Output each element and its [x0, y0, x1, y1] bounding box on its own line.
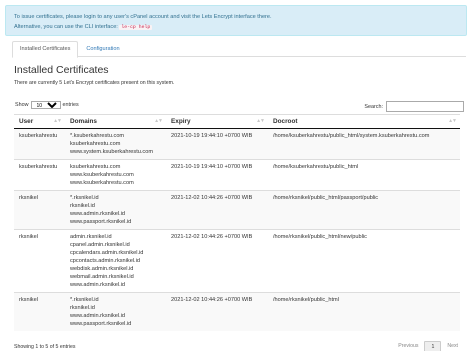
cell-domains: *.rksnikel.id rksnikel.id www.admin.rksn… — [65, 190, 166, 230]
entries-length-control: Show 10 entries — [15, 101, 79, 109]
domain-entry: www.passport.rksnikel.id — [70, 219, 132, 225]
domain-entry: ksuberkahrestu.com — [70, 164, 121, 170]
domain-entry: ksuberkahrestu.com — [70, 141, 121, 147]
cell-domains: *.rksnikel.id rksnikel.id www.admin.rksn… — [65, 292, 166, 331]
cell-expiry: 2021-10-19 19:44:10 +0700 WIB — [166, 128, 268, 160]
cell-user: ksuberkahrestu — [14, 159, 65, 191]
cli-command-code: le-cp help — [119, 25, 153, 30]
column-header-user[interactable]: User ▲▼ — [14, 114, 65, 129]
tab-configuration[interactable]: Configuration — [78, 41, 127, 57]
cell-docroot: /home/rksnikel/public_html — [268, 292, 460, 331]
cell-expiry: 2021-12-02 10:44:26 +0700 WIB — [166, 190, 268, 230]
cell-docroot: /home/ksuberkahrestu/public_html — [268, 159, 460, 191]
page-title: Installed Certificates — [14, 64, 109, 76]
table-search: Search: — [364, 101, 464, 112]
length-show-label: Show — [15, 102, 29, 108]
column-user-label: User — [19, 118, 34, 125]
domain-entry: *.rksnikel.id — [70, 195, 99, 201]
domain-entry: cpanel.admin.rksnikel.id — [70, 242, 130, 248]
table-row: rksnikel *.rksnikel.id rksnikel.id www.a… — [14, 190, 460, 230]
domain-entry: www.admin.rksnikel.id — [70, 211, 126, 217]
domain-entry: webdisk.admin.rksnikel.id — [70, 266, 134, 272]
cell-user: rksnikel — [14, 229, 65, 293]
domain-entry: rksnikel.id — [70, 305, 95, 311]
alert-line-2: Alternative, you can use the CLI interfa… — [14, 22, 458, 33]
next-page-button[interactable]: Next — [441, 341, 464, 351]
sort-icon: ▲▼ — [53, 118, 62, 124]
search-label: Search: — [364, 103, 383, 110]
entries-per-page-select[interactable]: 10 — [30, 101, 61, 109]
column-header-expiry[interactable]: Expiry ▲▼ — [166, 114, 268, 129]
table-row: rksnikel *.rksnikel.id rksnikel.id www.a… — [14, 292, 460, 331]
table-info: Showing 1 to 5 of 5 entries — [14, 344, 76, 350]
alert-line-2-text: Alternative, you can use the CLI interfa… — [14, 24, 118, 30]
tab-bar: Installed Certificates Configuration — [12, 41, 466, 58]
length-entries-label: entries — [62, 102, 79, 108]
pagination: Previous 1 Next — [392, 341, 464, 351]
cell-docroot: /home/rksnikel/public_html/new/public — [268, 229, 460, 293]
cell-expiry: 2021-10-19 19:44:10 +0700 WIB — [166, 159, 268, 191]
domain-entry: www.ksuberkahrestu.com — [70, 172, 134, 178]
domain-entry: rksnikel.id — [70, 203, 95, 209]
domain-entry: www.system.ksuberkahrestu.com — [70, 149, 153, 155]
column-header-docroot[interactable]: Docroot ▲▼ — [268, 114, 460, 129]
certificates-table: User ▲▼ Domains ▲▼ Expiry ▲▼ Docroot ▲▼ ksub… — [14, 114, 460, 331]
table-header-row: User ▲▼ Domains ▲▼ Expiry ▲▼ Docroot ▲▼ — [14, 114, 460, 129]
domain-entry: cpcalendars.admin.rksnikel.id — [70, 250, 144, 256]
cell-docroot: /home/ksuberkahrestu/public_html/system.… — [268, 128, 460, 160]
cell-domains: *.ksuberkahrestu.com ksuberkahrestu.com … — [65, 128, 166, 160]
cell-domains: admin.rksnikel.id cpanel.admin.rksnikel.… — [65, 229, 166, 293]
domain-entry: *.ksuberkahrestu.com — [70, 133, 125, 139]
domain-entry: www.admin.rksnikel.id — [70, 282, 126, 288]
domain-entry: *.rksnikel.id — [70, 297, 99, 303]
search-input[interactable] — [386, 101, 464, 112]
cell-domains: ksuberkahrestu.com www.ksuberkahrestu.co… — [65, 159, 166, 191]
cell-user: ksuberkahrestu — [14, 128, 65, 160]
domain-entry: cpcontacts.admin.rksnikel.id — [70, 258, 140, 264]
column-expiry-label: Expiry — [171, 118, 191, 125]
table-row: rksnikel admin.rksnikel.id cpanel.admin.… — [14, 229, 460, 293]
alert-line-1: To issue certificates, please login to a… — [14, 14, 272, 20]
sort-icon: ▲▼ — [154, 118, 163, 124]
sort-icon: ▲▼ — [448, 118, 457, 124]
table-row: ksuberkahrestu ksuberkahrestu.com www.ks… — [14, 159, 460, 191]
cell-user: rksnikel — [14, 292, 65, 331]
domain-entry: www.ksuberkahrestu.com — [70, 180, 134, 186]
info-alert: To issue certificates, please login to a… — [5, 5, 467, 36]
cell-docroot: /home/rksnikel/public_html/passport/publ… — [268, 190, 460, 230]
cell-user: rksnikel — [14, 190, 65, 230]
column-docroot-label: Docroot — [273, 118, 298, 125]
previous-page-button[interactable]: Previous — [392, 341, 424, 351]
column-header-domains[interactable]: Domains ▲▼ — [65, 114, 166, 129]
tab-installed-certificates[interactable]: Installed Certificates — [12, 41, 79, 58]
domain-entry: admin.rksnikel.id — [70, 234, 112, 240]
column-domains-label: Domains — [70, 118, 97, 125]
table-row: ksuberkahrestu *.ksuberkahrestu.com ksub… — [14, 128, 460, 160]
cell-expiry: 2021-12-02 10:44:26 +0700 WIB — [166, 292, 268, 331]
cell-expiry: 2021-12-02 10:44:26 +0700 WIB — [166, 229, 268, 293]
certificate-count-text: There are currently 5 Let's Encrypt cert… — [14, 80, 175, 86]
page-1-button[interactable]: 1 — [424, 341, 442, 351]
domain-entry: www.passport.rksnikel.id — [70, 321, 132, 327]
sort-icon: ▲▼ — [256, 118, 265, 124]
domain-entry: www.admin.rksnikel.id — [70, 313, 126, 319]
domain-entry: webmail.admin.rksnikel.id — [70, 274, 134, 280]
